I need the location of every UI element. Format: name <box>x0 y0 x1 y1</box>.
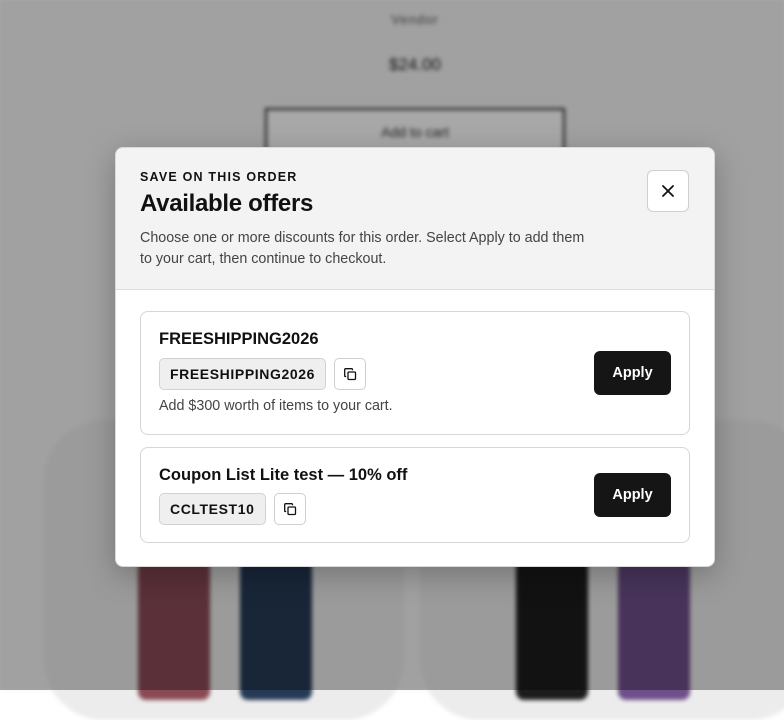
coupon-code: CCLTEST10 <box>159 493 266 525</box>
offer-card: Coupon List Lite test — 10% off CCLTEST1… <box>140 447 690 543</box>
close-button[interactable] <box>647 170 689 212</box>
modal-eyebrow: SAVE ON THIS ORDER <box>140 170 298 184</box>
offer-card: FREESHIPPING2026 FREESHIPPING2026 Add $3… <box>140 311 690 435</box>
offer-title: FREESHIPPING2026 <box>159 330 319 348</box>
copy-code-button[interactable] <box>334 358 366 390</box>
offers-modal: SAVE ON THIS ORDER Available offers Choo… <box>115 147 715 567</box>
coupon-code: FREESHIPPING2026 <box>159 358 326 390</box>
modal-title: Available offers <box>140 190 314 217</box>
modal-header: SAVE ON THIS ORDER Available offers Choo… <box>116 148 714 290</box>
apply-button[interactable]: Apply <box>594 351 671 395</box>
apply-button[interactable]: Apply <box>594 473 671 517</box>
modal-description: Choose one or more discounts for this or… <box>140 230 585 267</box>
copy-code-button[interactable] <box>274 493 306 525</box>
offer-title: Coupon List Lite test — 10% off <box>159 466 408 484</box>
close-icon <box>662 185 674 197</box>
offer-requirement: Add $300 worth of items to your cart. <box>159 398 393 414</box>
copy-icon <box>343 367 356 380</box>
copy-icon <box>283 502 296 515</box>
